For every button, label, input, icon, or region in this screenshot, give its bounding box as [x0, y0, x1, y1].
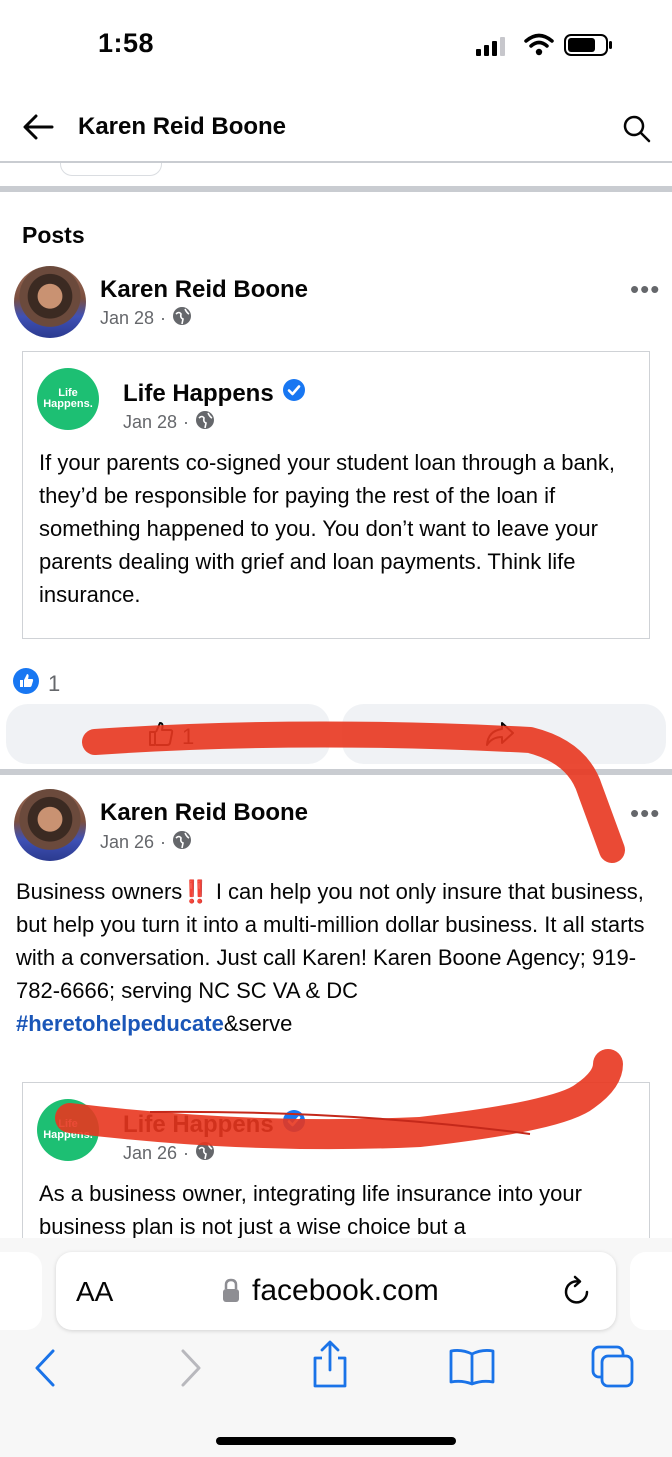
lock-icon [222, 1278, 240, 1309]
browser-forward-icon[interactable] [178, 1348, 204, 1393]
browser-back-icon[interactable] [32, 1348, 58, 1393]
reload-icon[interactable] [562, 1275, 592, 1312]
url-text[interactable]: facebook.com [252, 1274, 439, 1308]
share-sheet-icon[interactable] [310, 1340, 350, 1395]
text-size-button[interactable]: AA [76, 1276, 113, 1308]
tabs-icon[interactable] [590, 1344, 636, 1395]
bookmarks-icon[interactable] [448, 1348, 496, 1391]
next-tab-preview[interactable] [630, 1252, 672, 1330]
home-indicator[interactable] [216, 1437, 456, 1445]
prev-tab-preview[interactable] [0, 1252, 42, 1330]
